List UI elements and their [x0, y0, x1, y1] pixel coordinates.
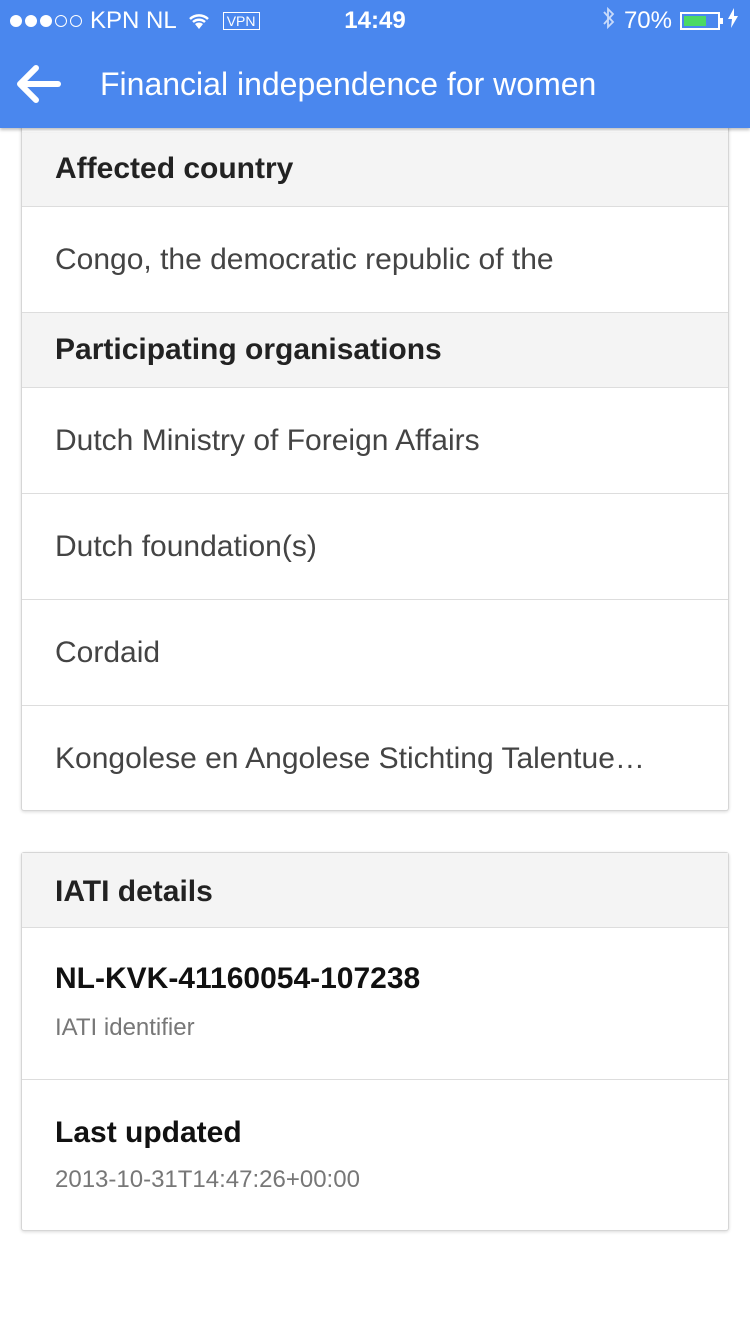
- project-details-card: Affected country Congo, the democratic r…: [21, 120, 729, 811]
- affected-country-heading: Affected country: [55, 152, 294, 185]
- status-bar: KPN NL VPN 14:49 70%: [0, 0, 750, 40]
- iati-identifier-label: IATI identifier: [55, 1014, 195, 1041]
- last-updated-row: Last updated 2013-10-31T14:47:26+00:00: [22, 1080, 728, 1230]
- app-bar: Financial independence for women: [0, 40, 750, 128]
- section-header-affected-country: Affected country: [22, 132, 728, 207]
- last-updated-value: 2013-10-31T14:47:26+00:00: [55, 1166, 360, 1193]
- list-item[interactable]: Dutch Ministry of Foreign Affairs: [22, 388, 728, 494]
- section-header-iati-details: IATI details: [22, 853, 728, 928]
- charging-icon: [728, 7, 738, 35]
- last-updated-label: Last updated: [55, 1116, 242, 1149]
- list-item: Congo, the democratic republic of the: [22, 207, 728, 313]
- affected-country-value: Congo, the democratic republic of the: [55, 243, 554, 276]
- iati-identifier-row: NL-KVK-41160054-107238 IATI identifier: [22, 928, 728, 1080]
- organisation-name: Dutch foundation(s): [55, 530, 317, 563]
- participating-organisations-heading: Participating organisations: [55, 333, 442, 366]
- back-arrow-icon[interactable]: [14, 62, 62, 106]
- organisation-name: Cordaid: [55, 636, 161, 669]
- iati-identifier-value: NL-KVK-41160054-107238: [55, 962, 421, 995]
- list-item[interactable]: Kongolese en Angolese Stichting Talentue…: [22, 706, 728, 810]
- battery-percent: 70%: [623, 7, 672, 34]
- page-title: Financial independence for women: [100, 66, 597, 102]
- battery-icon: [680, 12, 723, 30]
- iati-details-heading: IATI details: [55, 875, 213, 908]
- bluetooth-icon: [602, 6, 616, 37]
- status-right: 70%: [602, 6, 738, 36]
- organisation-name: Kongolese en Angolese Stichting Talentue…: [55, 742, 645, 775]
- iati-details-card: IATI details NL-KVK-41160054-107238 IATI…: [21, 852, 729, 1231]
- list-item[interactable]: Dutch foundation(s): [22, 494, 728, 600]
- organisation-name: Dutch Ministry of Foreign Affairs: [55, 424, 480, 457]
- app-header: KPN NL VPN 14:49 70% Financial independe…: [0, 0, 750, 128]
- list-item[interactable]: Cordaid: [22, 600, 728, 706]
- section-header-participating-organisations: Participating organisations: [22, 313, 728, 388]
